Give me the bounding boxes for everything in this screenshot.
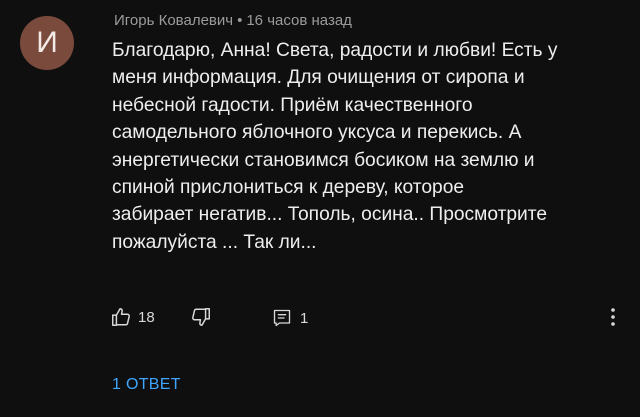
comment-text-line: меня информация. Для очищения от сиропа …	[112, 67, 525, 89]
thumbs-down-icon	[190, 306, 212, 328]
comment-text-line: самодельного яблочного уксуса и перекись…	[112, 122, 522, 144]
more-options-button[interactable]	[606, 306, 620, 328]
view-replies-link[interactable]: 1 ОТВЕТ	[112, 376, 181, 394]
avatar[interactable]: И	[20, 16, 74, 70]
like-button[interactable]: 18	[110, 306, 155, 328]
more-vert-icon	[606, 306, 620, 328]
author-name[interactable]: Игорь Ковалевич	[114, 12, 233, 29]
reply-icon	[272, 308, 292, 328]
reply-button[interactable]: 1	[272, 308, 308, 328]
like-count: 18	[138, 308, 155, 326]
comment-text-line: энергетически становимся босиком на земл…	[112, 149, 535, 171]
comment-time[interactable]: 16 часов назад	[246, 12, 352, 29]
thumbs-up-icon	[110, 306, 132, 328]
comment-text-line: забирает негатив... Тополь, осина.. Прос…	[112, 204, 548, 226]
comment-text-line: пожалуйста ... Так ли...	[112, 231, 317, 253]
comment-text-line: небесной гадости. Приём качественного	[112, 94, 473, 116]
comment-text-line: спиной прислониться к дереву, которое	[112, 177, 465, 199]
dislike-button[interactable]	[190, 306, 212, 328]
comment-text-line: Благодарю, Анна! Света, радости и любви!…	[112, 40, 558, 61]
reply-count: 1	[300, 309, 309, 327]
comment-meta: Игорь Ковалевич • 16 часов назад	[114, 12, 352, 29]
meta-separator: •	[237, 12, 243, 29]
comment-text: Благодарю, Анна! Света, радости и любви!…	[112, 37, 632, 256]
comment: И Игорь Ковалевич • 16 часов назад Благода…	[0, 0, 640, 417]
